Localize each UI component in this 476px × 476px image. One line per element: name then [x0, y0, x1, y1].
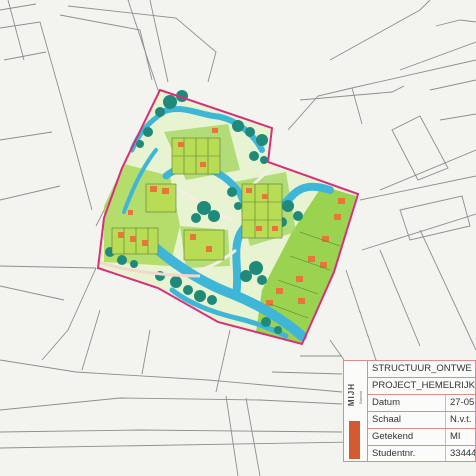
scale-label: Schaal	[372, 414, 402, 425]
plot-block-centre	[241, 183, 283, 239]
title-row-date: Datum 27-05	[368, 395, 475, 412]
date-value: 27-05	[450, 397, 475, 408]
title-row-scale: Schaal N.v.t.	[368, 412, 475, 429]
map-sheet: MIJH Bureau STRUCTUUR_ONTWE PROJECT_HEME…	[0, 0, 476, 476]
drawn-by-label: Getekend	[372, 431, 414, 442]
logo-subtext: Bureau	[358, 391, 363, 404]
studio-logo: MIJH Bureau	[344, 361, 368, 461]
drawn-by-value: MI	[450, 431, 461, 442]
logo-bar	[349, 421, 360, 459]
plot-block-middle	[183, 229, 225, 261]
title-row-drawn-by: Getekend MI	[368, 429, 475, 446]
student-number-label: Studentnr.	[372, 448, 416, 459]
student-number-value: 33444	[450, 448, 475, 459]
title-block-rows: STRUCTUUR_ONTWE PROJECT_HEMELRIJK Datum …	[368, 361, 475, 461]
date-label: Datum	[372, 397, 400, 408]
drawing-heading: STRUCTUUR_ONTWE	[368, 361, 475, 378]
column-divider	[445, 446, 446, 461]
column-divider	[445, 412, 446, 428]
project-name: PROJECT_HEMELRIJK	[368, 378, 475, 395]
scale-value: N.v.t.	[450, 414, 472, 425]
title-row-student-number: Studentnr. 33444	[368, 446, 475, 461]
column-divider	[445, 429, 446, 445]
title-block: MIJH Bureau STRUCTUUR_ONTWE PROJECT_HEME…	[343, 360, 476, 462]
column-divider	[445, 395, 446, 411]
